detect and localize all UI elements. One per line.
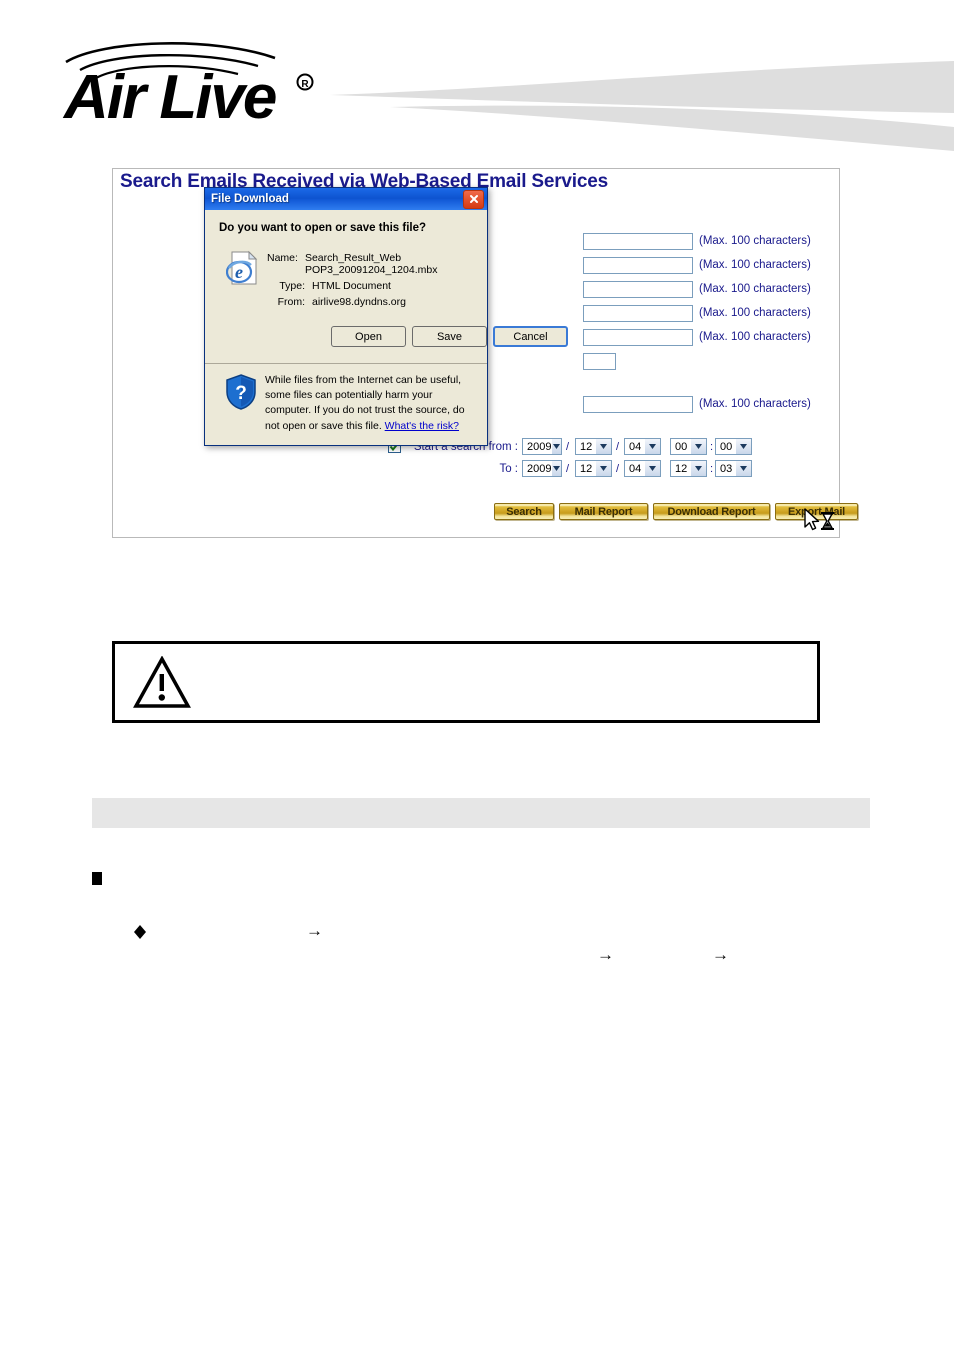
svg-text:Air Live: Air Live bbox=[62, 63, 276, 123]
warning-triangle-icon bbox=[133, 655, 191, 710]
hourglass-icon bbox=[821, 512, 834, 530]
svg-text:e: e bbox=[235, 262, 243, 282]
chevron-down-icon bbox=[551, 439, 561, 454]
to-day-value: 04 bbox=[629, 462, 642, 475]
chevron-down-icon bbox=[644, 461, 660, 476]
cancel-button[interactable]: Cancel bbox=[493, 326, 568, 347]
header-swoosh-decoration bbox=[330, 55, 954, 155]
from-hour-value: 00 bbox=[675, 440, 688, 453]
shield-question-icon: ? bbox=[225, 374, 257, 410]
search-field-1[interactable] bbox=[583, 233, 693, 250]
search-button[interactable]: Search bbox=[494, 503, 554, 520]
from-hour-select[interactable]: 00 bbox=[670, 438, 707, 455]
mouse-cursor-busy bbox=[803, 508, 837, 536]
chevron-down-icon bbox=[595, 439, 611, 454]
arrow-icon-2: → bbox=[597, 945, 614, 964]
search-field-2[interactable] bbox=[583, 257, 693, 274]
chevron-down-icon bbox=[644, 439, 660, 454]
from-minute-value: 00 bbox=[720, 440, 733, 453]
date-sep-2: / bbox=[616, 441, 620, 453]
chevron-down-icon bbox=[551, 461, 561, 476]
section-heading-bar bbox=[92, 798, 870, 828]
arrow-icon-1: → bbox=[306, 921, 323, 940]
field-hint-3: (Max. 100 characters) bbox=[699, 283, 811, 295]
to-year-select[interactable]: 2009 bbox=[522, 460, 562, 477]
mail-report-button[interactable]: Mail Report bbox=[559, 503, 648, 520]
close-icon[interactable] bbox=[463, 189, 484, 209]
from-month-select[interactable]: 12 bbox=[575, 438, 612, 455]
file-download-dialog: File Download Do you want to open or sav… bbox=[204, 187, 568, 446]
from-month-value: 12 bbox=[580, 440, 593, 453]
whats-the-risk-link[interactable]: What's the risk? bbox=[385, 420, 459, 432]
airlive-logo-svg: Air Live R bbox=[62, 42, 314, 132]
to-hour-select[interactable]: 12 bbox=[670, 460, 707, 477]
from-day-value: 04 bbox=[629, 440, 642, 453]
search-field-4[interactable] bbox=[583, 305, 693, 322]
square-bullet-icon bbox=[92, 872, 102, 885]
dialog-divider bbox=[205, 363, 487, 364]
chevron-down-icon bbox=[595, 461, 611, 476]
search-field-6-small[interactable] bbox=[583, 353, 616, 370]
file-from-value: airlive98.dyndns.org bbox=[312, 296, 406, 308]
diamond-bullet-icon bbox=[133, 925, 147, 939]
file-name-value: Search_Result_Web POP3_20091204_1204.mbx bbox=[304, 252, 438, 276]
dialog-titlebar[interactable]: File Download bbox=[205, 188, 487, 210]
svg-text:?: ? bbox=[235, 383, 247, 404]
date-sep-3: / bbox=[566, 463, 570, 475]
dialog-title: File Download bbox=[211, 193, 289, 205]
file-type-label: Type: bbox=[279, 280, 305, 292]
device-settings-panel: Search Emails Received via Web-Based Ema… bbox=[112, 168, 858, 538]
file-from-label: From: bbox=[277, 296, 305, 308]
search-field-3[interactable] bbox=[583, 281, 693, 298]
search-field-5[interactable] bbox=[583, 329, 693, 346]
date-sep-1: / bbox=[566, 441, 570, 453]
to-minute-value: 03 bbox=[720, 462, 733, 475]
to-month-value: 12 bbox=[580, 462, 593, 475]
chevron-down-icon bbox=[690, 439, 706, 454]
file-type-value: HTML Document bbox=[312, 280, 391, 292]
page-header: Air Live R bbox=[0, 0, 954, 155]
search-field-7[interactable] bbox=[583, 396, 693, 413]
arrow-icon-3: → bbox=[712, 945, 729, 964]
from-year-value: 2009 bbox=[527, 440, 552, 453]
internet-explorer-document-icon: e bbox=[225, 250, 259, 286]
chevron-down-icon bbox=[735, 461, 751, 476]
from-minute-select[interactable]: 00 bbox=[715, 438, 752, 455]
time-sep-1: : bbox=[710, 441, 714, 453]
field-hint-7: (Max. 100 characters) bbox=[699, 398, 811, 410]
to-hour-value: 12 bbox=[675, 462, 688, 475]
from-year-select[interactable]: 2009 bbox=[522, 438, 562, 455]
dialog-file-details: Name: Search_Result_Web POP3_20091204_12… bbox=[267, 252, 487, 308]
to-year-value: 2009 bbox=[527, 462, 552, 475]
file-name-label: Name: bbox=[267, 252, 298, 264]
note-callout-box bbox=[112, 641, 820, 723]
from-day-select[interactable]: 04 bbox=[624, 438, 661, 455]
chevron-down-icon bbox=[690, 461, 706, 476]
open-button[interactable]: Open bbox=[331, 326, 406, 347]
chevron-down-icon bbox=[735, 439, 751, 454]
to-month-select[interactable]: 12 bbox=[575, 460, 612, 477]
field-hint-2: (Max. 100 characters) bbox=[699, 259, 811, 271]
to-day-select[interactable]: 04 bbox=[624, 460, 661, 477]
to-minute-select[interactable]: 03 bbox=[715, 460, 752, 477]
date-to-label: To : bbox=[499, 463, 518, 475]
save-button[interactable]: Save bbox=[412, 326, 487, 347]
field-hint-4: (Max. 100 characters) bbox=[699, 307, 811, 319]
dialog-warning-text: While files from the Internet can be use… bbox=[265, 373, 470, 434]
svg-text:R: R bbox=[301, 79, 309, 90]
field-hint-5: (Max. 100 characters) bbox=[699, 331, 811, 343]
field-hint-1: (Max. 100 characters) bbox=[699, 235, 811, 247]
airlive-logo: Air Live R bbox=[62, 38, 362, 132]
time-sep-2: : bbox=[710, 463, 714, 475]
download-report-button[interactable]: Download Report bbox=[653, 503, 770, 520]
date-sep-4: / bbox=[616, 463, 620, 475]
dialog-question: Do you want to open or save this file? bbox=[219, 222, 427, 234]
